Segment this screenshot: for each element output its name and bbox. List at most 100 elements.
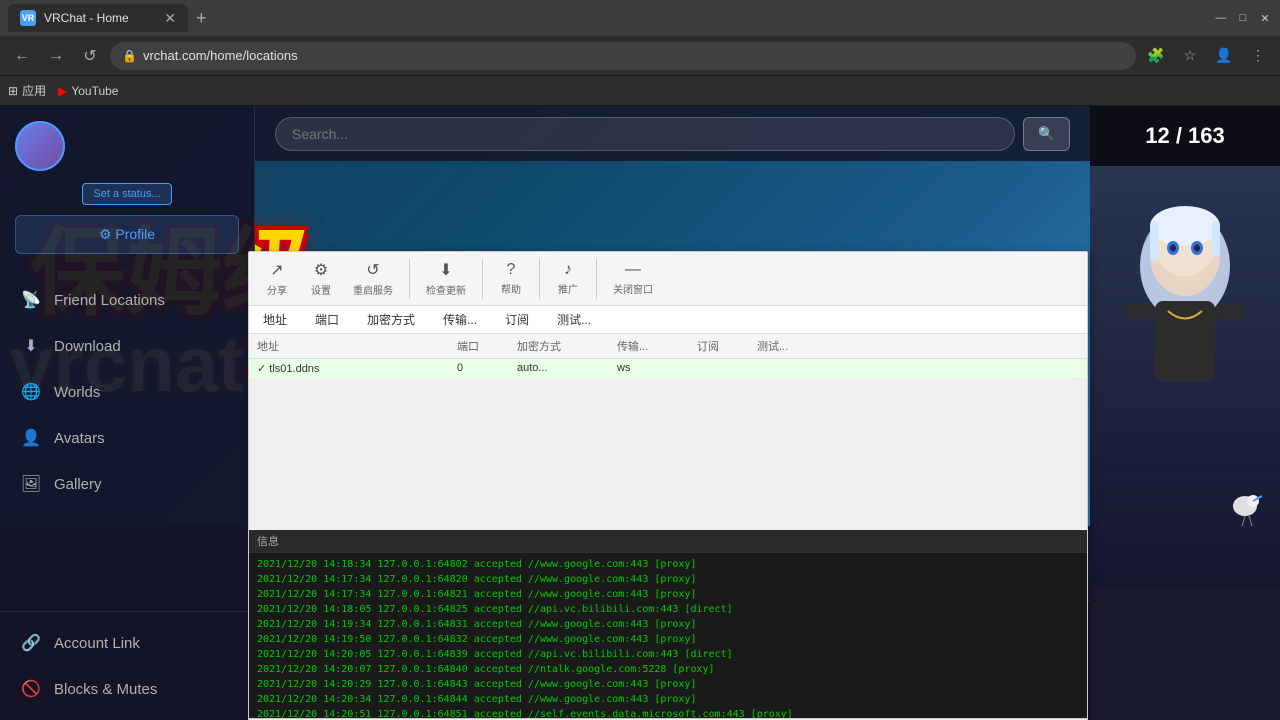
log-line: 2021/12/20 14:20:05 127.0.0.1:64839 acce… [257, 647, 1079, 662]
share-label: 分享 [267, 282, 287, 297]
log-line: 2021/12/20 14:20:07 127.0.0.1:64840 acce… [257, 662, 1079, 677]
log-line: 2021/12/20 14:18:05 127.0.0.1:64825 acce… [257, 602, 1079, 617]
th-encryption: 加密方式 [517, 338, 617, 354]
toolbar-separator [409, 259, 410, 299]
toolbar-separator2 [482, 259, 483, 299]
window-controls: — □ ✕ [1214, 11, 1272, 25]
sidebar-item-worlds[interactable]: 🌐 Worlds [0, 369, 254, 415]
close-btn[interactable]: ✕ [1258, 11, 1272, 25]
youtube-icon: ▶ [58, 84, 67, 98]
td-transport: ws [617, 362, 697, 375]
reload-btn[interactable]: ↺ [76, 42, 104, 70]
gallery-icon: 🖼 [20, 473, 42, 495]
sidebar-item-download[interactable]: ⬇ Download [0, 323, 254, 369]
restart-label: 重启服务 [353, 282, 393, 297]
profile-btn[interactable]: 👤 [1210, 42, 1238, 70]
proxy-log: 信息 2021/12/20 14:18:34 127.0.0.1:64802 a… [249, 530, 1087, 720]
search-input[interactable] [275, 117, 1015, 151]
back-btn[interactable]: ← [8, 42, 36, 70]
proxy-log-content: 2021/12/20 14:18:34 127.0.0.1:64802 acce… [249, 553, 1087, 720]
log-line: 2021/12/20 14:19:34 127.0.0.1:64831 acce… [257, 617, 1079, 632]
apps-label: 应用 [22, 82, 46, 99]
nav-bar: ← → ↺ 🔒 vrchat.com/home/locations 🧩 ☆ 👤 … [0, 36, 1280, 76]
sidebar-item-friend-locations[interactable]: 📡 Friend Locations [0, 277, 254, 323]
proxy-settings-btn[interactable]: ⚙ 设置 [301, 256, 341, 301]
minimize-btn[interactable]: — [1214, 11, 1228, 25]
address-bar[interactable]: 🔒 vrchat.com/home/locations [110, 42, 1136, 70]
sidebar-item-account-link[interactable]: 🔗 Account Link [0, 620, 254, 666]
log-line: 2021/12/20 14:17:34 127.0.0.1:64820 acce… [257, 572, 1079, 587]
proxy-share-btn[interactable]: ↗ 分享 [257, 256, 297, 301]
profile-nav-btn[interactable]: ⚙ Profile [15, 215, 239, 254]
th-port: 端口 [457, 338, 517, 354]
th-test: 测试... [757, 338, 837, 354]
close-win-icon: — [625, 261, 641, 279]
bookmarks-bar: ⊞ 应用 ▶ YouTube [0, 76, 1280, 106]
help-icon: ? [507, 261, 516, 279]
nav-right-controls: 🧩 ☆ 👤 ⋮ [1142, 42, 1272, 70]
avatar-display [1090, 166, 1280, 586]
settings-label: 设置 [311, 282, 331, 297]
proxy-table-header: 地址 端口 加密方式 传输... 订阅 测试... [249, 334, 1087, 359]
proxy-promo-btn[interactable]: ♪ 推广 [548, 257, 588, 300]
sidebar-item-avatars[interactable]: 👤 Avatars [0, 415, 254, 461]
sidebar-bottom: 🔗 Account Link 🚫 Blocks & Mutes [0, 611, 254, 720]
lock-icon: 🔒 [122, 49, 137, 63]
bookmark-apps[interactable]: ⊞ 应用 [8, 82, 46, 99]
th-transport: 传输... [617, 338, 697, 354]
forward-btn[interactable]: → [42, 42, 70, 70]
proxy-update-btn[interactable]: ⬇ 检查更新 [418, 256, 474, 301]
promo-icon: ♪ [564, 261, 572, 279]
td-subscribe [697, 362, 757, 375]
sidebar-item-blocks-mutes[interactable]: 🚫 Blocks & Mutes [0, 666, 254, 712]
user-avatar [15, 121, 65, 171]
avatars-icon: 👤 [20, 427, 42, 449]
proxy-table-row[interactable]: ✓ tls01.ddns 0 auto... ws [249, 359, 1087, 379]
menu-encryption[interactable]: 加密方式 [361, 309, 421, 330]
set-status-btn[interactable]: Set a status... [82, 183, 171, 205]
friend-locations-label: Friend Locations [54, 292, 165, 309]
log-line: 2021/12/20 14:20:29 127.0.0.1:64843 acce… [257, 677, 1079, 692]
update-icon: ⬇ [439, 260, 452, 280]
td-encryption: auto... [517, 362, 617, 375]
proxy-help-btn[interactable]: ? 帮助 [491, 257, 531, 300]
user-status [15, 121, 239, 171]
help-label: 帮助 [501, 281, 521, 296]
url-text: vrchat.com/home/locations [143, 48, 298, 63]
youtube-label: YouTube [71, 84, 118, 98]
menu-port[interactable]: 端口 [309, 309, 345, 330]
download-icon: ⬇ [20, 335, 42, 357]
active-tab[interactable]: VR VRChat - Home ✕ [8, 4, 188, 32]
menu-btn[interactable]: ⋮ [1244, 42, 1272, 70]
log-line: 2021/12/20 14:20:34 127.0.0.1:64844 acce… [257, 692, 1079, 707]
bookmark-youtube[interactable]: ▶ YouTube [58, 84, 118, 98]
sidebar-item-gallery[interactable]: 🖼 Gallery [0, 461, 254, 507]
worlds-label: Worlds [54, 384, 100, 401]
promo-label: 推广 [558, 281, 578, 296]
sidebar-top: Set a status... ⚙ Profile [0, 106, 254, 269]
proxy-close-btn[interactable]: — 关闭窗口 [605, 257, 661, 300]
menu-transport[interactable]: 传输... [437, 309, 483, 330]
tab-bar: VR VRChat - Home ✕ + — □ ✕ [0, 0, 1280, 36]
extensions-btn[interactable]: 🧩 [1142, 42, 1170, 70]
menu-address[interactable]: 地址 [257, 309, 293, 330]
maximize-btn[interactable]: □ [1236, 11, 1250, 25]
account-link-icon: 🔗 [20, 632, 42, 654]
search-button[interactable]: 🔍 [1023, 117, 1070, 151]
menu-test[interactable]: 测试... [551, 309, 597, 330]
avatars-label: Avatars [54, 430, 105, 447]
vrchat-header: 12 / 163 [1090, 106, 1280, 166]
proxy-restart-btn[interactable]: ↺ 重启服务 [345, 256, 401, 301]
worlds-icon: 🌐 [20, 381, 42, 403]
bookmark-btn[interactable]: ☆ [1176, 42, 1204, 70]
proxy-toolbar: ↗ 分享 ⚙ 设置 ↺ 重启服务 ⬇ 检查更新 ? 帮助 [249, 252, 1087, 306]
menu-subscribe[interactable]: 订阅 [499, 309, 535, 330]
restart-icon: ↺ [366, 260, 379, 280]
new-tab-btn[interactable]: + [196, 8, 207, 29]
proxy-menubar: 地址 端口 加密方式 传输... 订阅 测试... [249, 306, 1087, 334]
session-counter: 12 / 163 [1145, 123, 1225, 149]
proxy-app: ↗ 分享 ⚙ 设置 ↺ 重启服务 ⬇ 检查更新 ? 帮助 [248, 251, 1088, 720]
proxy-log-header: 信息 [249, 530, 1087, 553]
tab-favicon: VR [20, 10, 36, 26]
tab-close-btn[interactable]: ✕ [164, 10, 176, 27]
